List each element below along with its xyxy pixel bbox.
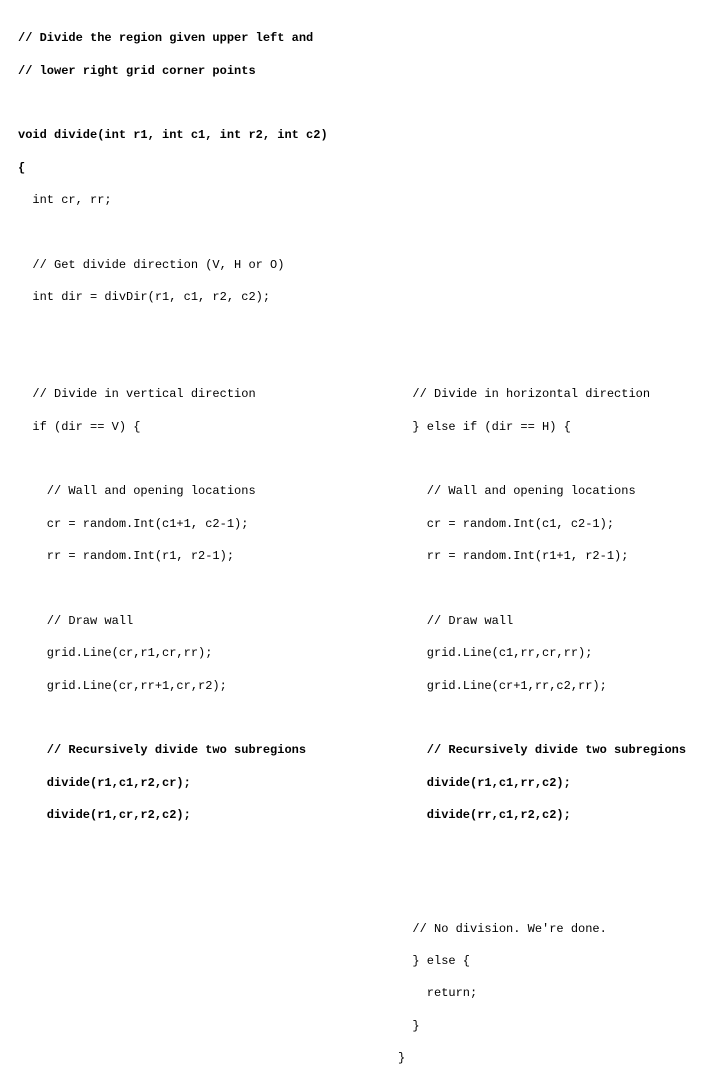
code-line: divide(r1,cr,r2,c2); (18, 807, 398, 823)
comment-line: // Wall and opening locations (18, 483, 398, 499)
comment-line: // No division. We're done. (398, 921, 720, 937)
code-line: divide(r1,c1,r2,cr); (18, 775, 398, 791)
code-line: int cr, rr; (18, 192, 720, 208)
comment-line: // lower right grid corner points (18, 63, 720, 79)
code-line: grid.Line(c1,rr,cr,rr); (398, 645, 686, 661)
comment-line: // Get divide direction (V, H or O) (18, 257, 720, 273)
code-slide: // Divide the region given upper left an… (0, 0, 720, 1080)
brace-close: } (398, 1050, 720, 1066)
comment-line: // Draw wall (18, 613, 398, 629)
tail-block: // No division. We're done. } else { ret… (398, 904, 720, 1080)
code-line: if (dir == V) { (18, 419, 398, 435)
blank-line (398, 710, 686, 726)
code-line: divide(r1,c1,rr,c2); (398, 775, 686, 791)
comment-line: // Recursively divide two subregions (18, 742, 398, 758)
code-line: } else if (dir == H) { (398, 419, 686, 435)
blank-line (18, 224, 720, 240)
comment-line: // Divide the region given upper left an… (18, 30, 720, 46)
comment-line: // Wall and opening locations (398, 483, 686, 499)
blank-line (18, 95, 720, 111)
code-line: int dir = divDir(r1, c1, r2, c2); (18, 289, 720, 305)
code-line: rr = random.Int(r1+1, r2-1); (398, 548, 686, 564)
code-line: } (398, 1018, 720, 1034)
comment-line: // Recursively divide two subregions (398, 742, 686, 758)
comment-line: // Draw wall (398, 613, 686, 629)
code-line: cr = random.Int(c1, c2-1); (398, 516, 686, 532)
code-line: grid.Line(cr,rr+1,cr,r2); (18, 678, 398, 694)
comment-line: // Divide in vertical direction (18, 386, 398, 402)
blank-line (18, 451, 398, 467)
code-line: grid.Line(cr,r1,cr,rr); (18, 645, 398, 661)
comment-line: // Divide in horizontal direction (398, 386, 686, 402)
blank-line (18, 322, 720, 338)
brace-open: { (18, 160, 720, 176)
code-line: grid.Line(cr+1,rr,c2,rr); (398, 678, 686, 694)
blank-line (18, 710, 398, 726)
signature: void divide(int r1, int c1, int r2, int … (18, 127, 720, 143)
two-column-block: // Divide in vertical direction if (dir … (18, 370, 720, 839)
blank-line (18, 581, 398, 597)
code-line: } else { (398, 953, 720, 969)
blank-line (18, 872, 720, 888)
code-line: return; (398, 985, 720, 1001)
blank-line (398, 451, 686, 467)
code-line: divide(rr,c1,r2,c2); (398, 807, 686, 823)
blank-line (398, 581, 686, 597)
code-line: cr = random.Int(c1+1, c2-1); (18, 516, 398, 532)
code-line: rr = random.Int(r1, r2-1); (18, 548, 398, 564)
